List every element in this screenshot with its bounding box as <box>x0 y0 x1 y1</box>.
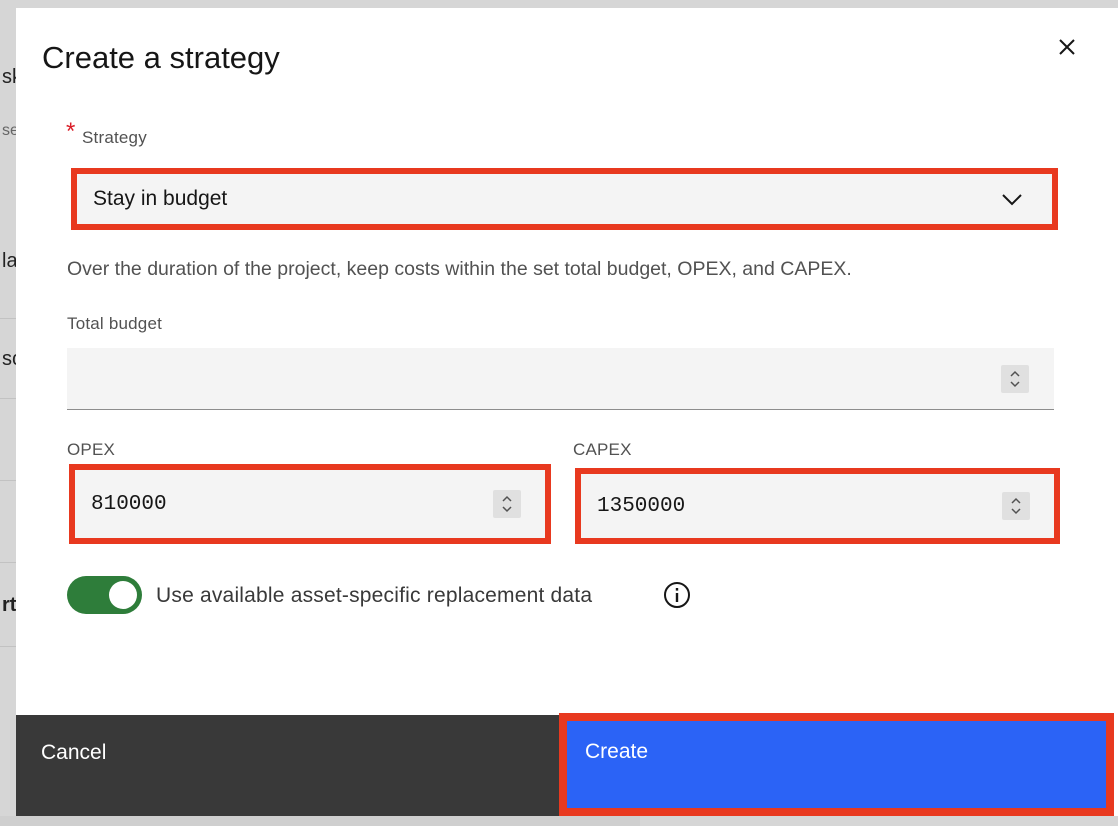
capex-label: CAPEX <box>573 440 632 459</box>
required-indicator: * <box>66 118 76 145</box>
stepper-arrows-icon <box>1011 497 1021 515</box>
cancel-button[interactable]: Cancel <box>16 715 559 816</box>
total-budget-label: Total budget <box>67 314 163 333</box>
chevron-down-icon <box>1002 194 1022 206</box>
replacement-data-label: Use available asset-specific replacement… <box>156 584 593 607</box>
close-button[interactable] <box>1052 32 1082 62</box>
background-text: rt <box>2 594 17 616</box>
modal-title: Create a strategy <box>42 40 280 75</box>
capex-value: 1350000 <box>597 494 686 518</box>
strategy-select-value: Stay in budget <box>93 187 228 210</box>
modal-footer: Cancel Create <box>16 713 1118 816</box>
capex-input[interactable]: 1350000 <box>575 468 1060 544</box>
background-strip <box>0 816 640 826</box>
opex-value: 810000 <box>91 492 167 516</box>
opex-input[interactable]: 810000 <box>69 464 551 544</box>
total-budget-input[interactable] <box>67 348 1054 410</box>
opex-stepper[interactable] <box>493 490 521 518</box>
strategy-select[interactable]: Stay in budget <box>71 168 1058 230</box>
toggle-knob <box>109 581 137 609</box>
create-strategy-modal: Create a strategy * Strategy Stay in bud… <box>16 8 1118 816</box>
info-icon[interactable] <box>663 581 691 609</box>
stepper-arrows-icon <box>502 495 512 513</box>
create-button[interactable]: Create <box>559 713 1114 816</box>
strategy-description: Over the duration of the project, keep c… <box>67 258 852 280</box>
stepper-arrows-icon <box>1010 370 1020 388</box>
total-budget-stepper[interactable] <box>1001 365 1029 393</box>
replacement-data-toggle[interactable] <box>67 576 142 614</box>
close-icon <box>1059 39 1075 55</box>
opex-label: OPEX <box>67 440 116 459</box>
capex-stepper[interactable] <box>1002 492 1030 520</box>
strategy-label: Strategy <box>82 128 147 147</box>
